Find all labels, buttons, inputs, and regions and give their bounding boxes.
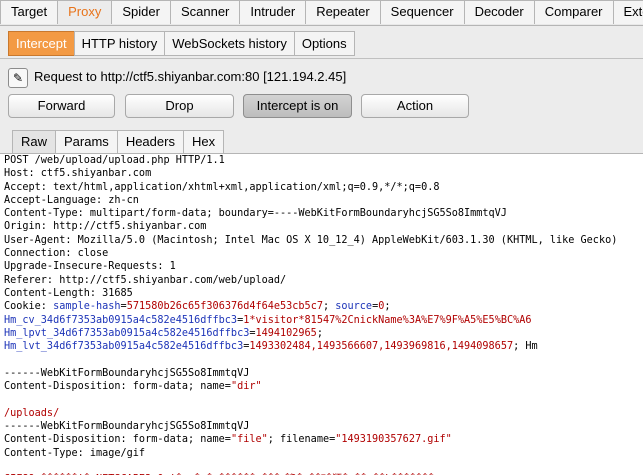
proxy-tab-http-history[interactable]: HTTP history bbox=[74, 31, 166, 56]
action-button[interactable]: Action bbox=[361, 94, 469, 118]
request-line-segment: Content-Disposition: form-data; name= bbox=[4, 381, 231, 392]
request-line-segment: Connection: close bbox=[4, 248, 108, 259]
request-line-segment: sample-hash bbox=[53, 301, 120, 312]
request-line-segment: ; Hm bbox=[513, 341, 538, 352]
request-line-segment: User-Agent: Mozilla/5.0 (Macintosh; Inte… bbox=[4, 235, 617, 246]
request-line-segment: /uploads/ bbox=[4, 408, 59, 419]
request-line: Content-Type: multipart/form-data; bound… bbox=[0, 207, 643, 220]
tab-intruder[interactable]: Intruder bbox=[239, 0, 306, 24]
request-line bbox=[0, 353, 643, 366]
request-line-segment: Accept-Language: zh-cn bbox=[4, 195, 139, 206]
request-line-segment: Hm_lvt_34d6f7353ab0915a4c582e4516dffbc3 bbox=[4, 341, 243, 352]
request-line-segment: source bbox=[335, 301, 372, 312]
tab-spider[interactable]: Spider bbox=[111, 0, 171, 24]
request-line-segment: ; bbox=[317, 328, 323, 339]
request-line: Hm_lpvt_34d6f7353ab0915a4c582e4516dffbc3… bbox=[0, 327, 643, 340]
request-line-segment: Origin: http://ctf5.shiyanbar.com bbox=[4, 221, 206, 232]
request-line: Content-Disposition: form-data; name="di… bbox=[0, 380, 643, 393]
tab-comparer[interactable]: Comparer bbox=[534, 0, 614, 24]
tab-extender[interactable]: Extender bbox=[613, 0, 643, 24]
proxy-tab-intercept[interactable]: Intercept bbox=[8, 31, 75, 56]
request-line-segment: Content-Type: image/gif bbox=[4, 448, 145, 459]
request-line-segment: 1493302484,1493566607,1493969816,1494098… bbox=[249, 341, 513, 352]
request-line-segment: ; filename= bbox=[268, 434, 335, 445]
tab-sequencer[interactable]: Sequencer bbox=[380, 0, 465, 24]
request-info-text: Request to http://ctf5.shiyanbar.com:80 … bbox=[34, 69, 346, 84]
request-line-segment: Upgrade-Insecure-Requests: 1 bbox=[4, 261, 176, 272]
request-line-segment: "dir" bbox=[231, 381, 262, 392]
request-line: ------WebKitFormBoundaryhcjSG5So8ImmtqVJ bbox=[0, 420, 643, 433]
request-line-segment: 571580b26c65f306376d4f64e53cb5c7 bbox=[127, 301, 323, 312]
request-line: Host: ctf5.shiyanbar.com bbox=[0, 167, 643, 180]
request-info-bar: ✎ Request to http://ctf5.shiyanbar.com:80… bbox=[8, 66, 346, 88]
view-tab-params[interactable]: Params bbox=[55, 130, 118, 153]
request-line: Hm_lvt_34d6f7353ab0915a4c582e4516dffbc3=… bbox=[0, 340, 643, 353]
request-line-segment: "1493190357627.gif" bbox=[335, 434, 452, 445]
view-tab-headers[interactable]: Headers bbox=[117, 130, 184, 153]
request-line: POST /web/upload/upload.php HTTP/1.1 bbox=[0, 154, 643, 167]
request-line-segment: Content-Length: 31685 bbox=[4, 288, 133, 299]
request-line-segment: ------WebKitFormBoundaryhcjSG5So8ImmtqVJ bbox=[4, 421, 249, 432]
request-line-segment: 1494102965 bbox=[255, 328, 316, 339]
request-line: Hm_cv_34d6f7353ab0915a4c582e4516dffbc3=1… bbox=[0, 314, 643, 327]
request-line: /uploads/ bbox=[0, 407, 643, 420]
request-line: User-Agent: Mozilla/5.0 (Macintosh; Inte… bbox=[0, 234, 643, 247]
tab-decoder[interactable]: Decoder bbox=[464, 0, 535, 24]
request-line: Accept-Language: zh-cn bbox=[0, 194, 643, 207]
intercept-toggle-button[interactable]: Intercept is on bbox=[243, 94, 352, 118]
tab-target[interactable]: Target bbox=[0, 0, 58, 24]
request-line: Upgrade-Insecure-Requests: 1 bbox=[0, 260, 643, 273]
request-line: Origin: http://ctf5.shiyanbar.com bbox=[0, 220, 643, 233]
request-line-segment: Host: ctf5.shiyanbar.com bbox=[4, 168, 151, 179]
request-line bbox=[0, 393, 643, 406]
proxy-tab-bar: InterceptHTTP historyWebSockets historyO… bbox=[8, 31, 354, 56]
request-line: Accept: text/html,application/xhtml+xml,… bbox=[0, 181, 643, 194]
tab-proxy[interactable]: Proxy bbox=[57, 0, 112, 24]
request-line: Referer: http://ctf5.shiyanbar.com/web/u… bbox=[0, 274, 643, 287]
request-line: Content-Type: image/gif bbox=[0, 447, 643, 460]
main-tab-bar: TargetProxySpiderScannerIntruderRepeater… bbox=[0, 0, 643, 26]
request-line-segment: Cookie: bbox=[4, 301, 53, 312]
tab-repeater[interactable]: Repeater bbox=[305, 0, 380, 24]
forward-button[interactable]: Forward bbox=[8, 94, 115, 118]
proxy-tab-websockets-history[interactable]: WebSockets history bbox=[164, 31, 295, 56]
request-line: Cookie: sample-hash=571580b26c65f306376d… bbox=[0, 300, 643, 313]
request-line: Content-Length: 31685 bbox=[0, 287, 643, 300]
pencil-icon[interactable]: ✎ bbox=[8, 68, 28, 88]
request-line: ------WebKitFormBoundaryhcjSG5So8ImmtqVJ bbox=[0, 367, 643, 380]
divider bbox=[0, 58, 643, 59]
message-view-tab-bar: RawParamsHeadersHex bbox=[12, 130, 223, 153]
request-editor[interactable]: POST /web/upload/upload.php HTTP/1.1 Host… bbox=[0, 153, 643, 475]
request-line: Content-Disposition: form-data; name="fi… bbox=[0, 433, 643, 446]
request-line-segment: "file" bbox=[231, 434, 268, 445]
tab-scanner[interactable]: Scanner bbox=[170, 0, 240, 24]
view-tab-hex[interactable]: Hex bbox=[183, 130, 224, 153]
request-line bbox=[0, 460, 643, 473]
request-line-segment: Hm_lpvt_34d6f7353ab0915a4c582e4516dffbc3 bbox=[4, 328, 249, 339]
request-line-segment: 1*visitor*81547%2CnickName%3A%E7%9F%A5%E… bbox=[243, 315, 531, 326]
drop-button[interactable]: Drop bbox=[125, 94, 234, 118]
request-line-segment: POST /web/upload/upload.php HTTP/1.1 bbox=[4, 155, 225, 166]
request-line-segment: Referer: http://ctf5.shiyanbar.com/web/u… bbox=[4, 275, 286, 286]
request-line-segment: ------WebKitFormBoundaryhcjSG5So8ImmtqVJ bbox=[4, 368, 249, 379]
view-tab-raw[interactable]: Raw bbox=[12, 130, 56, 153]
request-line-segment: ; bbox=[323, 301, 335, 312]
request-line: Connection: close bbox=[0, 247, 643, 260]
request-line-segment: Content-Disposition: form-data; name= bbox=[4, 434, 231, 445]
request-line-segment: Content-Type: multipart/form-data; bound… bbox=[4, 208, 507, 219]
request-line-segment: Hm_cv_34d6f7353ab0915a4c582e4516dffbc3 bbox=[4, 315, 237, 326]
proxy-tab-options[interactable]: Options bbox=[294, 31, 355, 56]
request-line-segment: ; bbox=[384, 301, 390, 312]
request-line-segment: Accept: text/html,application/xhtml+xml,… bbox=[4, 182, 439, 193]
